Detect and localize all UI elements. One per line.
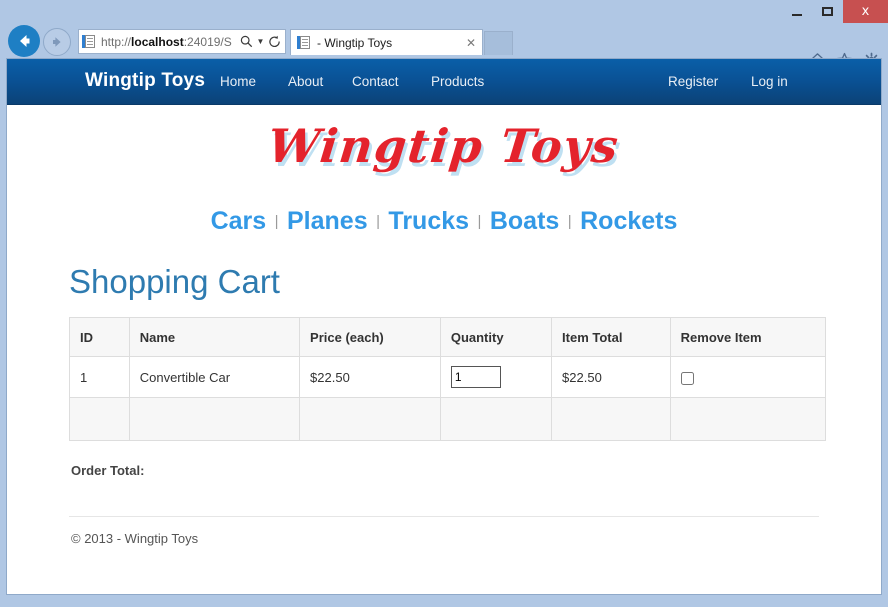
close-button[interactable]: x bbox=[843, 0, 888, 23]
footer-divider bbox=[69, 516, 819, 517]
browser-window: x http://localhost:24019/S bbox=[0, 0, 888, 607]
shopping-cart-table: ID Name Price (each) Quantity Item Total… bbox=[69, 317, 826, 441]
footer-cell-price bbox=[300, 398, 441, 441]
page-viewport: Wingtip Toys Home About Contact Products… bbox=[6, 58, 882, 595]
category-link-trucks[interactable]: Trucks bbox=[388, 207, 469, 235]
column-header-id: ID bbox=[70, 318, 130, 357]
search-icon[interactable] bbox=[238, 35, 255, 48]
maximize-button[interactable] bbox=[812, 0, 842, 23]
column-header-remove-item: Remove Item bbox=[670, 318, 825, 357]
title-bar: x bbox=[0, 0, 888, 24]
maximize-icon bbox=[822, 7, 833, 16]
tab-close-icon[interactable]: ✕ bbox=[464, 36, 478, 50]
cell-name: Convertible Car bbox=[129, 357, 299, 398]
table-header: ID Name Price (each) Quantity Item Total… bbox=[70, 318, 826, 357]
category-separator: | bbox=[564, 213, 576, 230]
back-arrow-icon bbox=[14, 31, 34, 51]
nav-link-products[interactable]: Products bbox=[431, 74, 484, 89]
site-brand-link[interactable]: Wingtip Toys bbox=[85, 70, 205, 92]
quantity-input[interactable] bbox=[451, 366, 501, 388]
site-logo[interactable]: Wingtip Toys bbox=[266, 119, 623, 173]
page-favicon-icon bbox=[82, 34, 98, 50]
close-icon: x bbox=[862, 5, 870, 18]
nav-link-login[interactable]: Log in bbox=[751, 74, 788, 89]
category-link-cars[interactable]: Cars bbox=[211, 207, 267, 235]
minimize-icon bbox=[792, 14, 802, 16]
cell-remove bbox=[670, 357, 825, 398]
cell-id: 1 bbox=[70, 357, 130, 398]
table-footer-row bbox=[70, 398, 826, 441]
nav-link-register[interactable]: Register bbox=[668, 74, 718, 89]
refresh-icon[interactable] bbox=[266, 35, 283, 48]
category-link-boats[interactable]: Boats bbox=[490, 207, 559, 235]
table-body: 1 Convertible Car $22.50 $22.50 bbox=[70, 357, 826, 398]
category-link-rockets[interactable]: Rockets bbox=[580, 207, 677, 235]
back-button[interactable] bbox=[8, 25, 40, 57]
cell-item-total: $22.50 bbox=[552, 357, 671, 398]
forward-button[interactable] bbox=[43, 28, 71, 56]
logo-container: Wingtip Toys bbox=[7, 105, 881, 191]
nav-link-contact[interactable]: Contact bbox=[352, 74, 399, 89]
category-separator: | bbox=[372, 213, 384, 230]
table-header-row: ID Name Price (each) Quantity Item Total… bbox=[70, 318, 826, 357]
column-header-item-total: Item Total bbox=[552, 318, 671, 357]
category-link-planes[interactable]: Planes bbox=[287, 207, 368, 235]
category-links: Cars | Planes | Trucks | Boats | Rockets bbox=[7, 191, 881, 249]
cell-quantity bbox=[440, 357, 551, 398]
footer-cell-name bbox=[129, 398, 299, 441]
tab-favicon-icon bbox=[297, 35, 312, 50]
site-navbar: Wingtip Toys Home About Contact Products… bbox=[7, 59, 881, 105]
footer-copyright: © 2013 - Wingtip Toys bbox=[71, 531, 881, 546]
footer-cell-id bbox=[70, 398, 130, 441]
category-separator: | bbox=[271, 213, 283, 230]
column-header-name: Name bbox=[129, 318, 299, 357]
cell-price: $22.50 bbox=[300, 357, 441, 398]
order-total-label: Order Total: bbox=[71, 463, 881, 478]
footer-cell-remove bbox=[670, 398, 825, 441]
column-header-quantity: Quantity bbox=[440, 318, 551, 357]
minimize-button[interactable] bbox=[782, 0, 812, 23]
tab-wingtip-toys[interactable]: - Wingtip Toys ✕ bbox=[290, 29, 483, 55]
footer-cell-quantity bbox=[440, 398, 551, 441]
page-body: Wingtip Toys Cars | Planes | Trucks | Bo… bbox=[7, 105, 881, 546]
forward-arrow-icon bbox=[49, 34, 65, 50]
table-footer bbox=[70, 398, 826, 441]
remove-item-checkbox[interactable] bbox=[681, 372, 694, 385]
column-header-price: Price (each) bbox=[300, 318, 441, 357]
category-separator: | bbox=[473, 213, 485, 230]
address-url-text: http://localhost:24019/S bbox=[101, 35, 238, 49]
chevron-down-icon[interactable]: ▼ bbox=[255, 37, 266, 46]
nav-link-about[interactable]: About bbox=[288, 74, 323, 89]
browser-toolbar: http://localhost:24019/S ▼ bbox=[0, 24, 888, 58]
tab-title: - Wingtip Toys bbox=[317, 36, 464, 50]
table-row: 1 Convertible Car $22.50 $22.50 bbox=[70, 357, 826, 398]
footer-cell-item-total bbox=[552, 398, 671, 441]
new-tab-button[interactable] bbox=[484, 31, 513, 55]
page-title: Shopping Cart bbox=[69, 263, 881, 301]
nav-link-home[interactable]: Home bbox=[220, 74, 256, 89]
address-bar[interactable]: http://localhost:24019/S ▼ bbox=[78, 29, 286, 54]
